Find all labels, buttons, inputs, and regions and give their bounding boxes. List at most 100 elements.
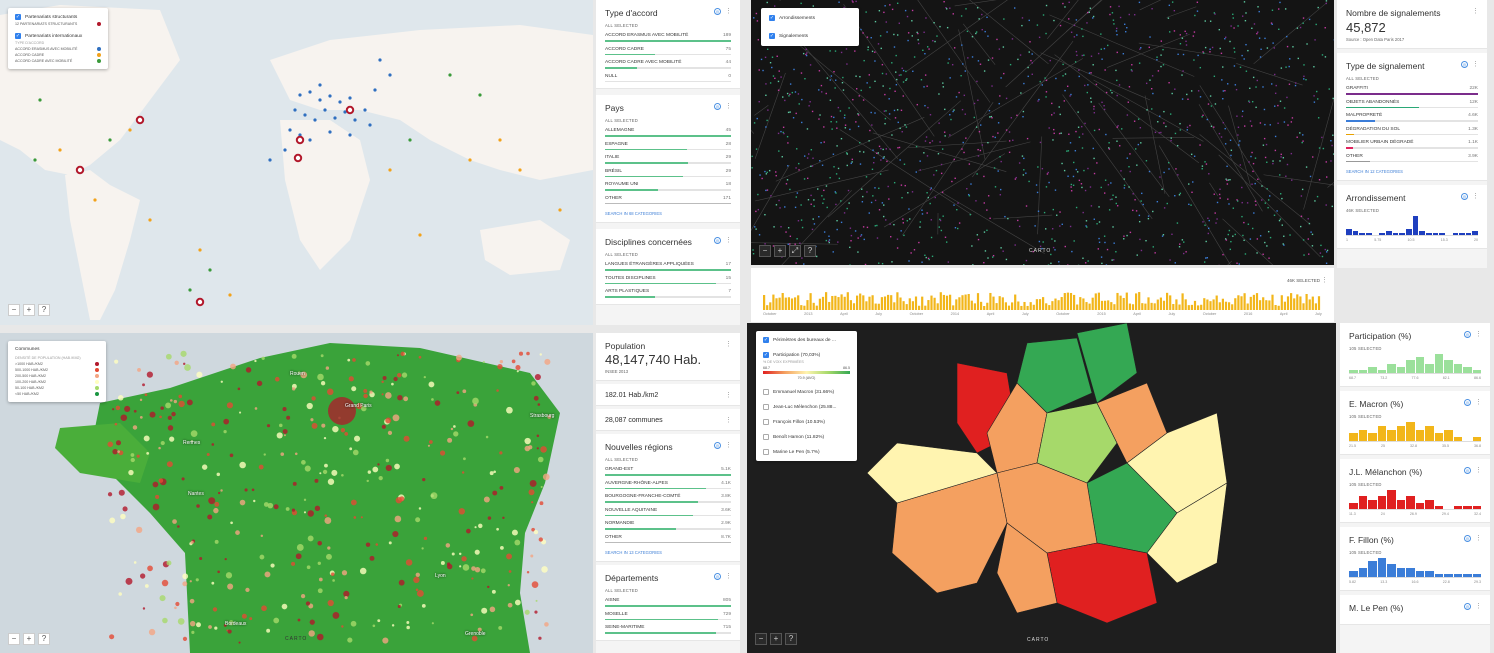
histogram[interactable]	[1349, 422, 1481, 442]
candidate-layer[interactable]: François Fillon (10.53%)	[763, 419, 850, 425]
histogram-bar[interactable]	[1439, 233, 1445, 235]
histogram-bar[interactable]	[1434, 573, 1443, 577]
histogram-bar[interactable]	[1472, 437, 1481, 441]
zoom-in-button[interactable]: +	[23, 304, 35, 316]
category-row[interactable]: ARTS PLASTIQUES 7	[605, 289, 731, 294]
histogram-bar[interactable]	[1425, 499, 1434, 509]
zoom-out-button[interactable]: −	[755, 633, 767, 645]
election-map[interactable]: ✓ Périmètres des bureaux de ... ✓ Particip…	[747, 323, 1336, 653]
filter-icon[interactable]: ◎	[1464, 331, 1471, 338]
histogram-bar[interactable]	[1396, 425, 1405, 441]
category-row[interactable]: OTHER 8.7k	[605, 535, 731, 540]
category-row[interactable]: ACCORD ERASMUS AVEC MOBILITÉ 189	[605, 33, 731, 38]
histogram-bar[interactable]	[1349, 369, 1358, 373]
candidate-layer[interactable]: Emmanuel Macron (31.66%)	[763, 389, 850, 395]
filter-icon[interactable]: ◎	[1461, 193, 1468, 200]
category-row[interactable]: MOSELLE 729	[605, 612, 731, 617]
category-row[interactable]: ALLEMAGNE 45	[605, 128, 731, 133]
histogram-bar[interactable]	[1349, 570, 1358, 577]
histogram-bar[interactable]	[1352, 231, 1359, 235]
histogram-bar[interactable]	[1358, 496, 1367, 509]
help-button[interactable]: ?	[38, 304, 50, 316]
filter-icon[interactable]: ◎	[714, 237, 721, 244]
histogram-bar[interactable]	[1463, 366, 1472, 373]
more-icon[interactable]: ⋮	[725, 392, 732, 399]
category-row[interactable]: ITALIE 29	[605, 155, 731, 160]
category-row[interactable]: ROYAUME UNI 18	[605, 182, 731, 187]
histogram-bar[interactable]	[1396, 567, 1405, 577]
histogram-bar[interactable]	[1463, 573, 1472, 577]
histogram-bar[interactable]	[1349, 502, 1358, 509]
histogram-bar[interactable]	[1377, 558, 1386, 577]
filter-icon[interactable]: ◎	[1464, 535, 1471, 542]
checkbox-icon[interactable]	[763, 404, 769, 410]
zoom-out-button[interactable]: −	[759, 245, 771, 257]
checkbox-icon[interactable]	[763, 419, 769, 425]
more-icon[interactable]: ⋮	[725, 341, 732, 348]
filter-icon[interactable]: ◎	[1464, 603, 1471, 610]
category-row[interactable]: NORMANDIE 2.9k	[605, 521, 731, 526]
more-icon[interactable]: ⋮	[725, 442, 732, 449]
histogram-bar[interactable]	[1425, 570, 1434, 577]
zoom-in-button[interactable]: +	[774, 245, 786, 257]
more-icon[interactable]: ⋮	[725, 237, 732, 244]
histogram-bar[interactable]	[1472, 573, 1481, 577]
more-icon[interactable]: ⋮	[1472, 193, 1479, 200]
histogram-bar[interactable]	[1459, 233, 1465, 235]
checkbox-icon[interactable]	[763, 389, 769, 395]
histogram-bar[interactable]	[1396, 366, 1405, 373]
candidate-layer[interactable]: Jean-Luc Mélenchon (25.88...	[763, 404, 850, 410]
histogram-bar[interactable]	[1387, 363, 1396, 373]
category-row[interactable]: ACCORD CADRE AVEC MOBILITÉ 44	[605, 60, 731, 65]
timeline-widget[interactable]: 46K SELECTED ⋮ October 2013 April July Octob…	[751, 268, 1334, 322]
filter-icon[interactable]: ◎	[1464, 399, 1471, 406]
histogram-bar[interactable]	[1387, 490, 1396, 509]
histogram-bar[interactable]	[1453, 505, 1462, 509]
category-row[interactable]: BOURGOGNE-FRANCHE-COMTÉ 3.8k	[605, 494, 731, 499]
histogram-bar[interactable]	[1358, 429, 1367, 441]
histogram-bar[interactable]	[1406, 360, 1415, 373]
histogram-bar[interactable]	[1399, 233, 1405, 235]
histogram-bar[interactable]	[1415, 429, 1424, 441]
histogram-bar[interactable]	[1365, 233, 1372, 235]
category-row[interactable]: BRÉSIL 29	[605, 169, 731, 174]
histogram-bar[interactable]	[1415, 570, 1424, 577]
search-categories-link[interactable]: SEARCH IN 68 CATEGORIES	[605, 211, 731, 216]
filter-icon[interactable]: ◎	[714, 573, 721, 580]
category-row[interactable]: ESPAGNE 28	[605, 142, 731, 147]
more-icon[interactable]: ⋮	[725, 8, 732, 15]
filter-icon[interactable]: ◎	[1461, 61, 1468, 68]
more-icon[interactable]: ⋮	[1472, 61, 1479, 68]
histogram-bar[interactable]	[1392, 233, 1399, 235]
checkbox-icon[interactable]: ✓	[15, 14, 21, 20]
histogram-bar[interactable]	[1377, 496, 1386, 509]
histogram-bar[interactable]	[1453, 573, 1462, 577]
category-row[interactable]: OBJETS ABANDONNÉS 12k	[1346, 100, 1478, 105]
category-row[interactable]: GRAFFITI 22k	[1346, 86, 1478, 91]
histogram-bar[interactable]	[1415, 502, 1424, 509]
histogram-bar[interactable]	[1444, 573, 1453, 577]
histogram-bar[interactable]	[1452, 233, 1459, 235]
category-row[interactable]: OTHER 3.9k	[1346, 154, 1478, 159]
paris-map[interactable]: ✓ Arrondissements ✓ Signalements CARTO − +…	[751, 0, 1334, 265]
filter-icon[interactable]: ◎	[714, 442, 721, 449]
france-map[interactable]: Communes DENSITÉ DE POPULATION (HAB./KM2…	[0, 333, 593, 653]
histogram-bar[interactable]	[1379, 233, 1385, 235]
histogram-bar[interactable]	[1434, 354, 1443, 373]
search-categories-link[interactable]: SEARCH IN 13 CATEGORIES	[605, 550, 731, 555]
histogram-bar[interactable]	[1465, 233, 1472, 235]
histogram-bar[interactable]	[1425, 363, 1434, 373]
filter-icon[interactable]: ◎	[714, 103, 721, 110]
histogram-bar[interactable]	[1358, 369, 1367, 373]
more-icon[interactable]: ⋮	[1475, 331, 1482, 338]
category-row[interactable]: MALPROPRETÉ 4.6k	[1346, 113, 1478, 118]
histogram-bar[interactable]	[1377, 369, 1386, 373]
help-button[interactable]: ?	[38, 633, 50, 645]
histogram-bar[interactable]	[1368, 433, 1377, 441]
category-row[interactable]: AISNE 805	[605, 598, 731, 603]
histogram-bar[interactable]	[1463, 505, 1472, 509]
histogram-bar[interactable]	[1453, 363, 1462, 373]
histogram-bar[interactable]	[1406, 496, 1415, 509]
help-button[interactable]: ?	[785, 633, 797, 645]
zoom-in-button[interactable]: +	[23, 633, 35, 645]
